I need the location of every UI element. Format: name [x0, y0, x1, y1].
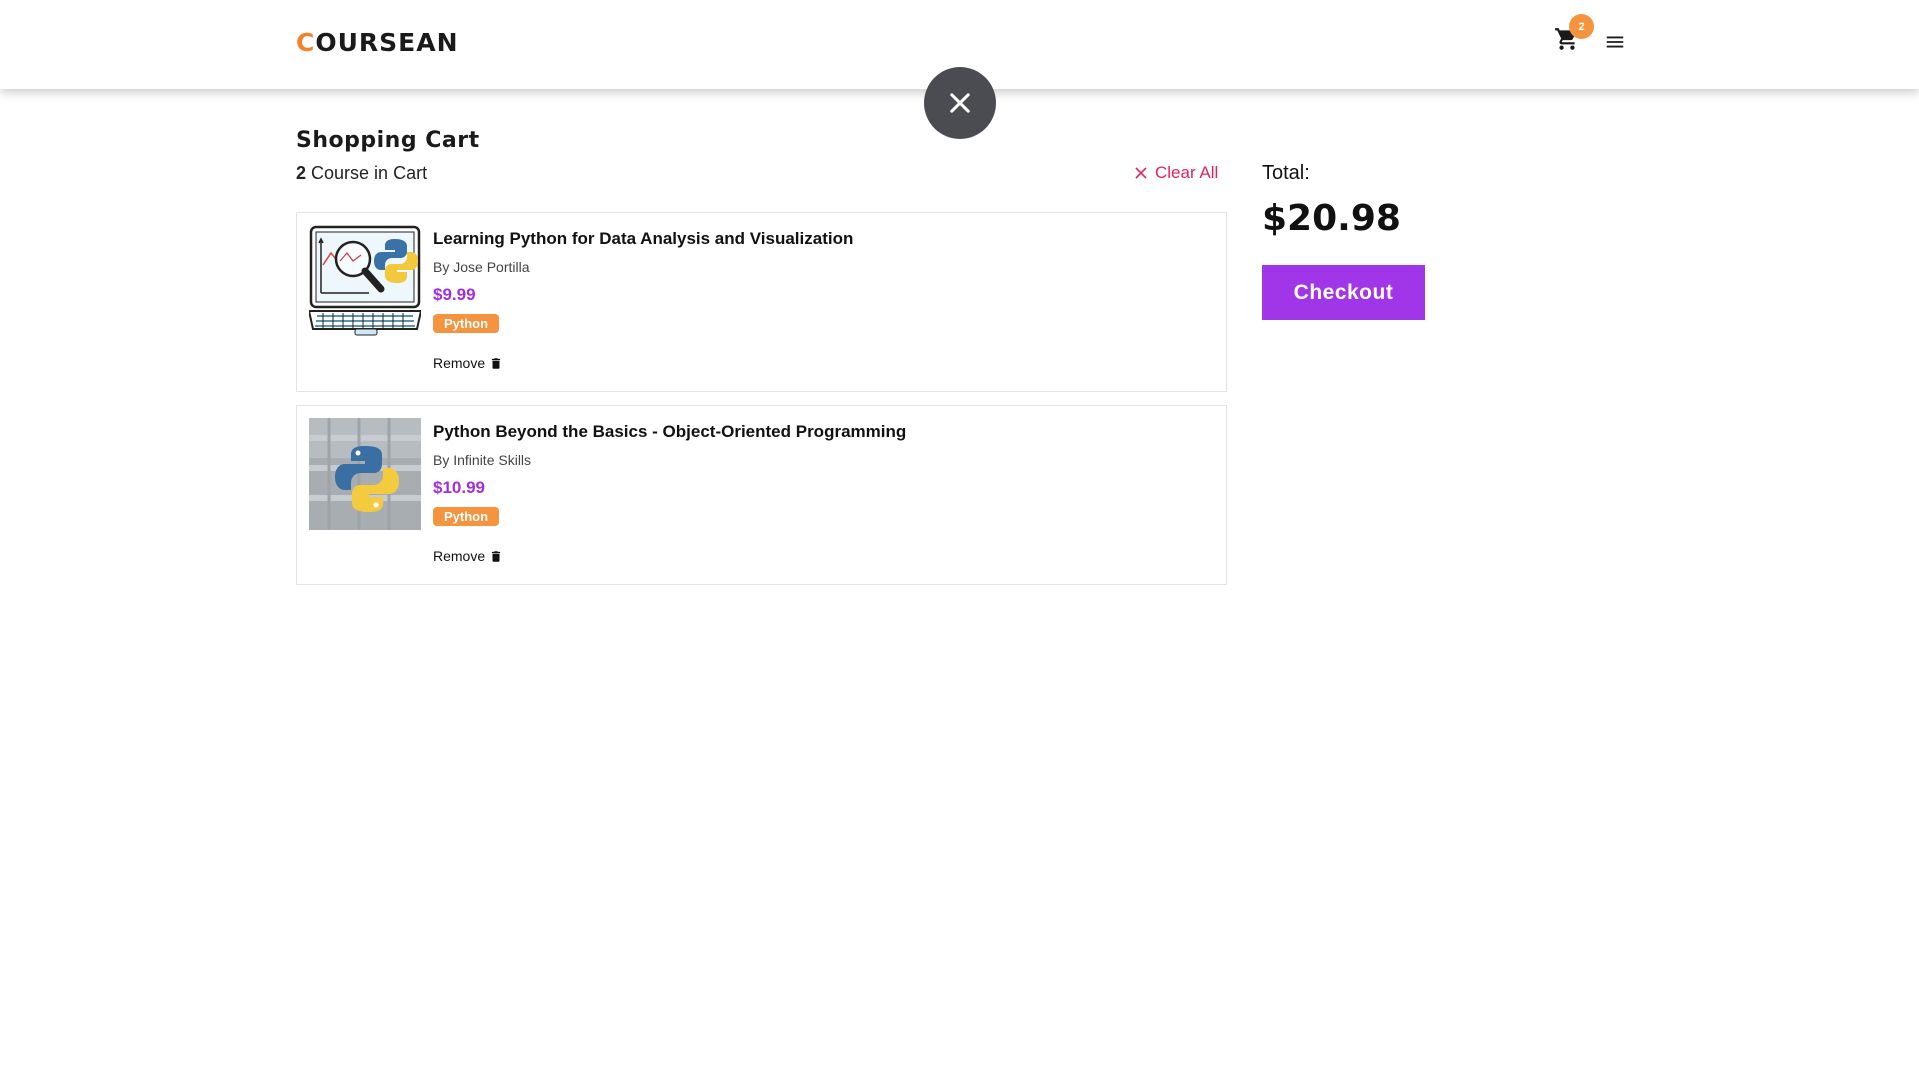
total-label: Total: [1262, 162, 1310, 184]
close-icon [1135, 167, 1147, 179]
remove-label: Remove [433, 548, 486, 564]
logo-text: OURSEAN [315, 28, 459, 57]
trash-icon [492, 357, 501, 369]
remove-button[interactable]: Remove [433, 548, 503, 564]
logo-first-letter: C [296, 28, 316, 57]
cart-count-badge: 2 [1569, 14, 1594, 39]
course-thumbnail[interactable] [309, 225, 421, 337]
clear-all-button[interactable]: Clear All [1135, 163, 1218, 183]
clear-all-label: Clear All [1155, 163, 1219, 182]
course-author: By Jose Portilla [433, 259, 530, 275]
trash-icon [492, 550, 501, 562]
course-thumbnail[interactable] [309, 418, 421, 530]
cart-count-suffix: Course in Cart [311, 163, 428, 183]
remove-label: Remove [433, 355, 486, 371]
site-logo[interactable]: COURSEAN [296, 28, 459, 57]
course-title[interactable]: Python Beyond the Basics - Object-Orient… [433, 422, 906, 442]
course-author: By Infinite Skills [433, 452, 532, 468]
checkout-button[interactable]: Checkout [1262, 265, 1425, 320]
close-cart-button[interactable] [924, 67, 996, 139]
hamburger-menu-icon [1606, 36, 1624, 48]
cart-item: Python Beyond the Basics - Object-Orient… [296, 405, 1227, 585]
course-price: $10.99 [433, 478, 485, 497]
course-price: $9.99 [433, 285, 476, 304]
total-amount: $20.98 [1262, 198, 1401, 239]
course-title[interactable]: Learning Python for Data Analysis and Vi… [433, 229, 853, 249]
cart-item: Learning Python for Data Analysis and Vi… [296, 212, 1227, 392]
category-tag: Python [433, 507, 500, 526]
cart-count: 2 [296, 163, 307, 183]
close-icon [950, 93, 970, 113]
page-title: Shopping Cart [296, 128, 480, 153]
cart-count-line: 2 Course in Cart [296, 163, 427, 184]
category-tag: Python [433, 314, 500, 333]
menu-button[interactable] [1604, 31, 1626, 53]
remove-button[interactable]: Remove [433, 355, 503, 371]
